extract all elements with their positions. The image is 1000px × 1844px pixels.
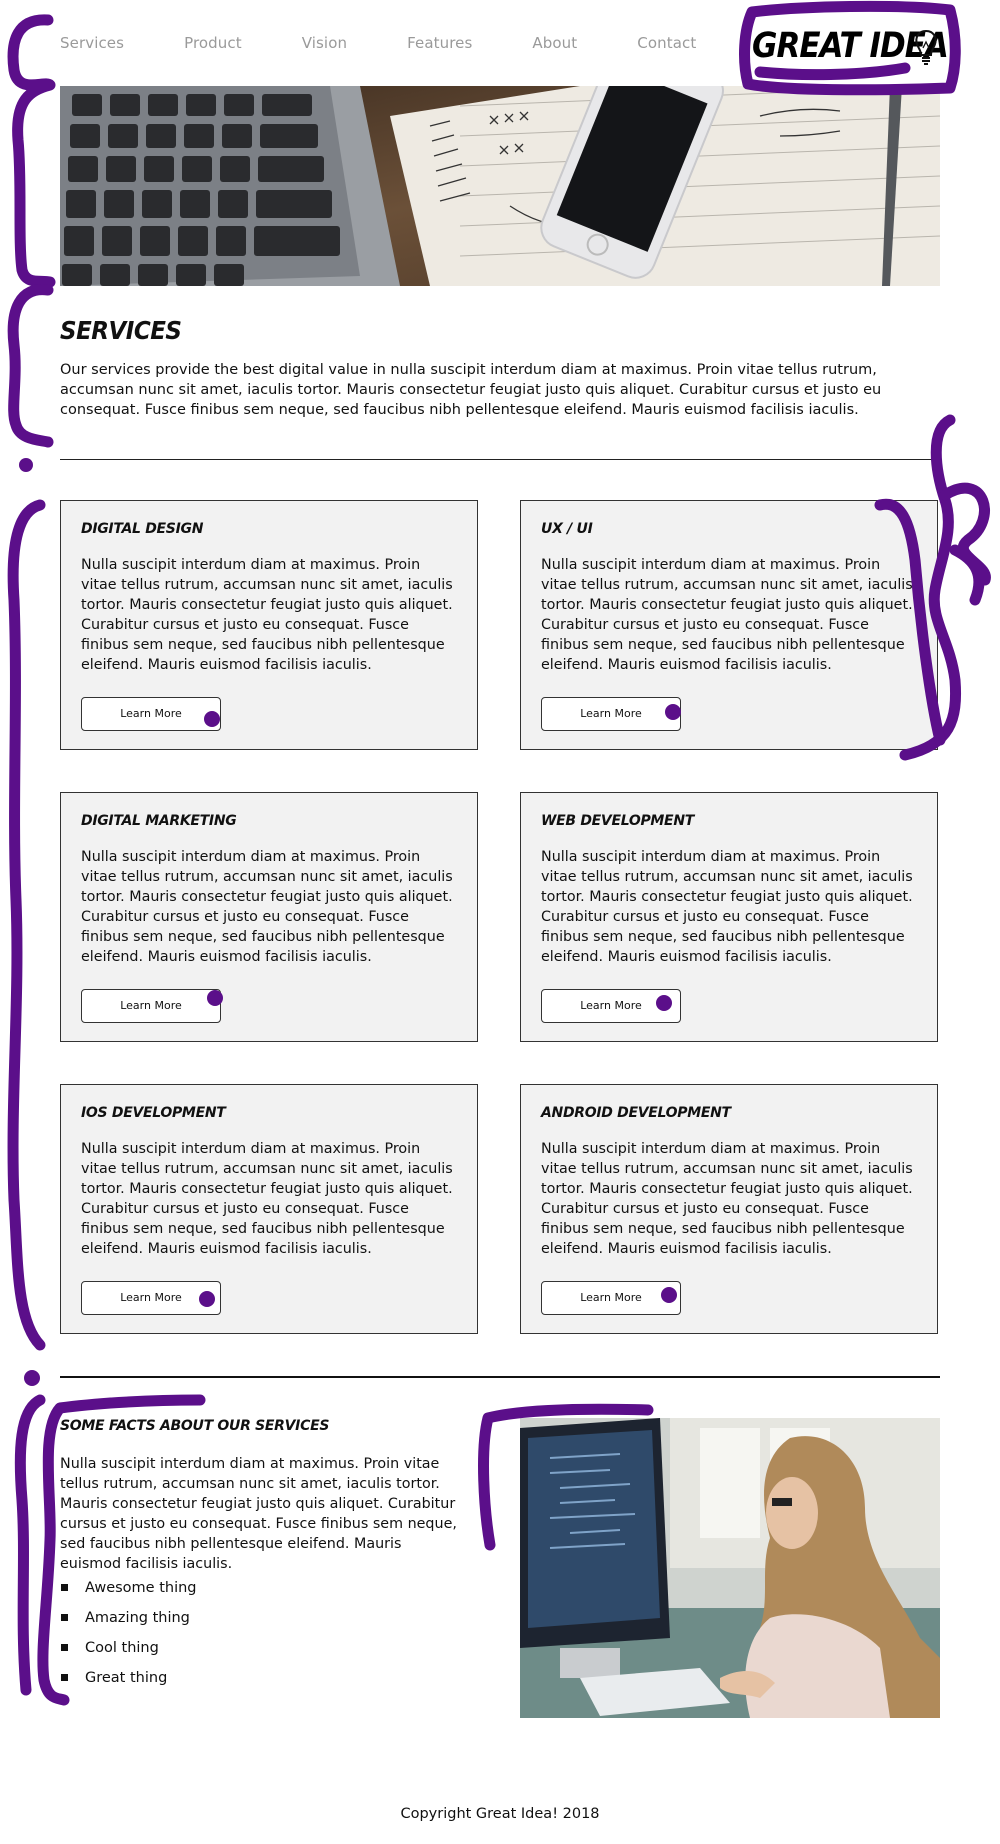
services-title: SERVICES [60,317,182,346]
facts-title: SOME FACTS ABOUT OUR SERVICES [60,1418,330,1434]
card-title: UX / UI [541,521,593,537]
learn-more-button[interactable]: Learn More [81,1281,221,1315]
facts-text: Nulla suscipit interdum diam at maximus.… [60,1456,457,1572]
page: Services Product Vision Features About C… [0,0,1000,1844]
list-item: Cool thing [60,1638,197,1668]
divider [60,459,940,460]
services-intro: Our services provide the best digital va… [60,362,882,418]
list-item: Great thing [60,1668,197,1698]
lightbulb-icon [915,29,937,65]
learn-more-button[interactable]: Learn More [541,697,681,731]
nav-services[interactable]: Services [60,34,124,52]
card-title: IOS DEVELOPMENT [81,1105,226,1121]
list-item: Awesome thing [60,1578,197,1608]
service-card: ANDROID DEVELOPMENT Nulla suscipit inter… [520,1084,938,1334]
nav-features[interactable]: Features [407,34,472,52]
card-text: Nulla suscipit interdum diam at maximus.… [81,1141,453,1257]
nav-vision[interactable]: Vision [302,34,347,52]
card-text: Nulla suscipit interdum diam at maximus.… [541,1141,913,1257]
service-card: DIGITAL DESIGN Nulla suscipit interdum d… [60,500,478,750]
facts-list: Awesome thing Amazing thing Cool thing G… [60,1578,197,1698]
hero-image [60,86,940,286]
nav-product[interactable]: Product [184,34,242,52]
list-item: Amazing thing [60,1608,197,1638]
service-card: WEB DEVELOPMENT Nulla suscipit interdum … [520,792,938,1042]
hero-desk-illustration [60,86,940,286]
service-card: IOS DEVELOPMENT Nulla suscipit interdum … [60,1084,478,1334]
learn-more-button[interactable]: Learn More [541,989,681,1023]
divider [60,1376,940,1378]
nav-about[interactable]: About [532,34,577,52]
card-text: Nulla suscipit interdum diam at maximus.… [81,849,453,965]
logo[interactable]: GREAT IDEA [740,4,954,84]
developer-photo [520,1418,940,1718]
card-title: ANDROID DEVELOPMENT [541,1105,731,1121]
service-card: UX / UI Nulla suscipit interdum diam at … [520,500,938,750]
service-card: DIGITAL MARKETING Nulla suscipit interdu… [60,792,478,1042]
card-text: Nulla suscipit interdum diam at maximus.… [541,557,913,673]
card-text: Nulla suscipit interdum diam at maximus.… [541,849,913,965]
card-text: Nulla suscipit interdum diam at maximus.… [81,557,453,673]
card-title: WEB DEVELOPMENT [541,813,694,829]
top-nav: Services Product Vision Features About C… [60,34,696,52]
learn-more-button[interactable]: Learn More [81,989,221,1023]
learn-more-button[interactable]: Learn More [541,1281,681,1315]
card-title: DIGITAL DESIGN [81,521,204,537]
learn-more-button[interactable]: Learn More [81,697,221,731]
footer-copyright: Copyright Great Idea! 2018 [400,1806,600,1822]
card-title: DIGITAL MARKETING [81,813,237,829]
nav-contact[interactable]: Contact [637,34,696,52]
developer-illustration [520,1418,940,1718]
